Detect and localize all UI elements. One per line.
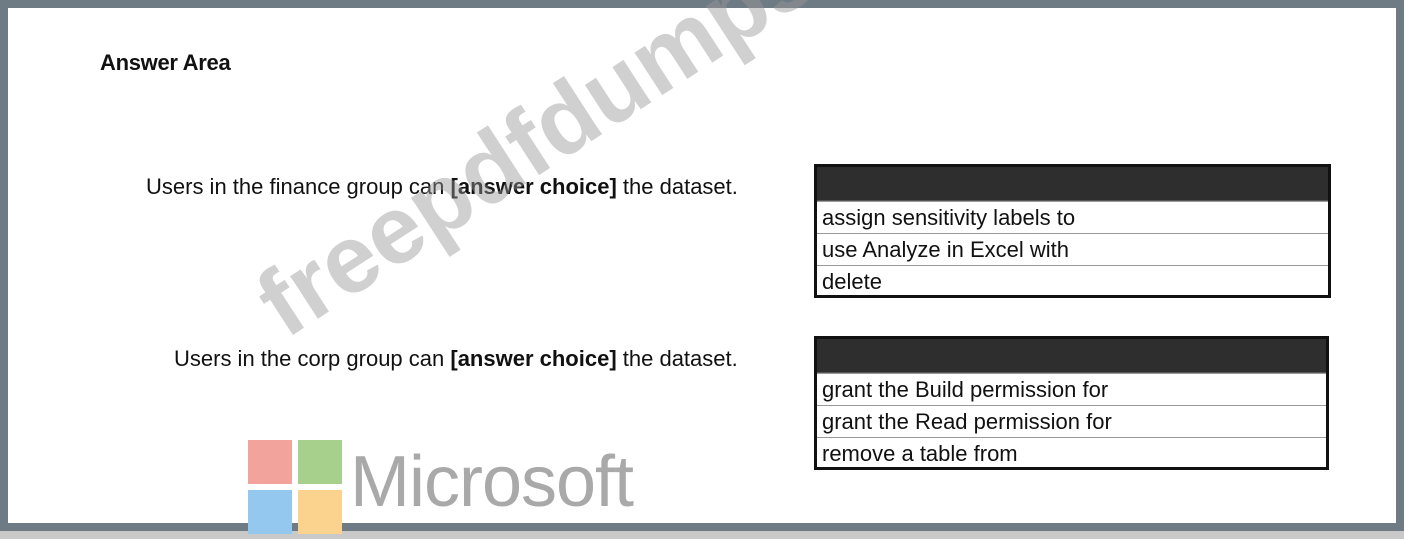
- microsoft-logo: Microsoft: [248, 440, 668, 539]
- dropdown-option[interactable]: grant the Build permission for: [817, 373, 1326, 405]
- dropdown-option[interactable]: delete: [817, 265, 1328, 297]
- question-suffix: the dataset.: [616, 346, 738, 371]
- dropdown-header[interactable]: [817, 339, 1326, 373]
- logo-tile-green: [298, 440, 342, 484]
- dropdown-header[interactable]: [817, 167, 1328, 201]
- dropdown-option[interactable]: grant the Read permission for: [817, 405, 1326, 437]
- question-corp: Users in the corp group can [answer choi…: [174, 346, 738, 372]
- dropdown-option[interactable]: assign sensitivity labels to: [817, 201, 1328, 233]
- answer-area-title: Answer Area: [100, 50, 231, 75]
- question-prefix: Users in the corp group can: [174, 346, 451, 371]
- question-prefix: Users in the finance group can: [146, 174, 451, 199]
- finance-answer-dropdown[interactable]: assign sensitivity labels to use Analyze…: [814, 164, 1331, 298]
- logo-wordmark: Microsoft: [350, 442, 634, 522]
- dropdown-option[interactable]: use Analyze in Excel with: [817, 233, 1328, 265]
- logo-tile-blue: [248, 490, 292, 534]
- answer-choice-placeholder: [answer choice]: [450, 174, 617, 199]
- logo-tile-yellow: [298, 490, 342, 534]
- question-suffix: the dataset.: [616, 174, 738, 199]
- answer-choice-placeholder: [answer choice]: [450, 346, 617, 371]
- question-finance: Users in the finance group can [answer c…: [146, 174, 738, 200]
- logo-tile-red: [248, 440, 292, 484]
- dropdown-option[interactable]: remove a table from: [817, 437, 1326, 469]
- corp-answer-dropdown[interactable]: grant the Build permission for grant the…: [814, 336, 1329, 470]
- answer-area-panel: Answer Area Users in the finance group c…: [0, 0, 1404, 534]
